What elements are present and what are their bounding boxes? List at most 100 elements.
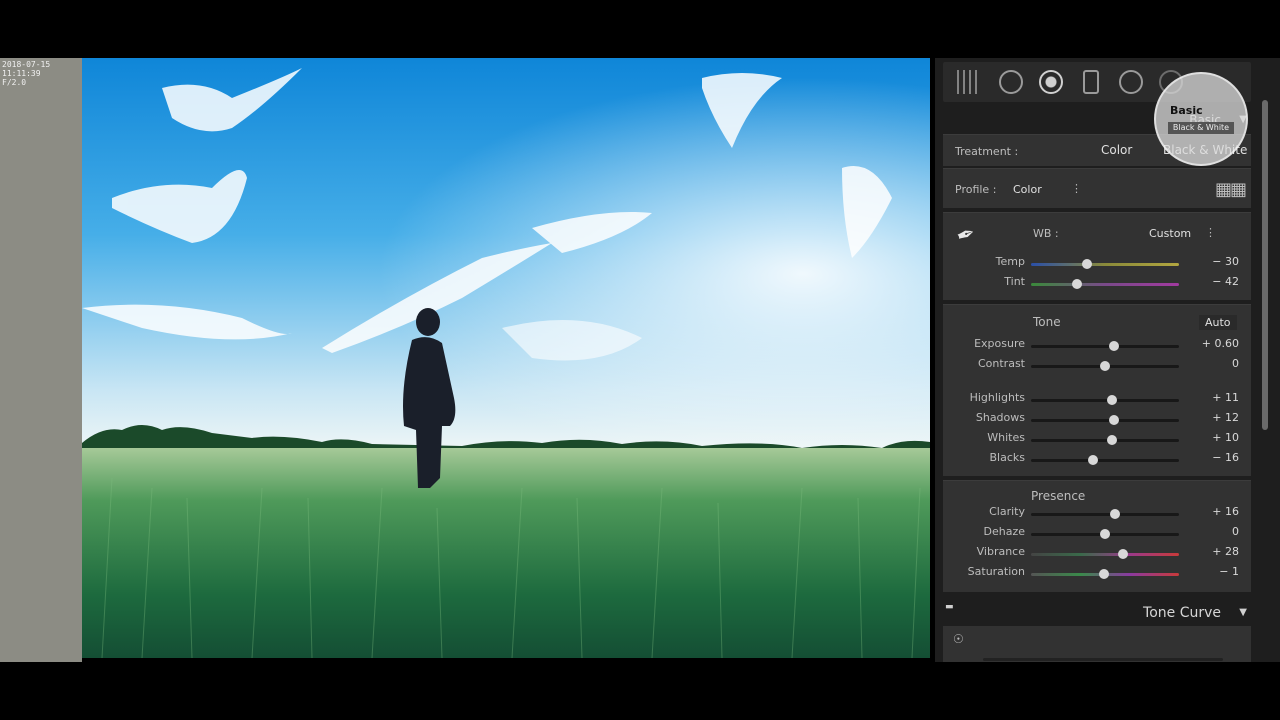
letterbox-bottom xyxy=(0,662,1280,720)
slider-track-temp[interactable] xyxy=(1031,259,1179,269)
spot-removal-icon[interactable] xyxy=(999,70,1023,94)
panel-scrollbar[interactable] xyxy=(1262,100,1268,430)
wb-dropdown[interactable]: Custom xyxy=(1149,227,1191,240)
slider-label-highlights: Highlights xyxy=(969,391,1025,404)
slider-track-blacks[interactable] xyxy=(1031,455,1179,465)
graduated-filter-icon[interactable] xyxy=(1083,70,1099,94)
slider-value-tint[interactable]: − 42 xyxy=(1189,275,1239,288)
slider-track-shadows[interactable] xyxy=(1031,415,1179,425)
treatment-label: Treatment : xyxy=(955,145,1019,158)
slider-track-exposure[interactable] xyxy=(1031,341,1179,351)
slider-thumb-clarity[interactable] xyxy=(1110,509,1121,519)
slider-track-vibrance[interactable] xyxy=(1031,549,1179,559)
slider-thumb-temp[interactable] xyxy=(1082,259,1093,269)
photo-info: 2018-07-15 11:11:39 F/2.0 xyxy=(2,60,82,87)
crop-grid-icon[interactable] xyxy=(957,70,981,94)
slider-value-saturation[interactable]: − 1 xyxy=(1189,565,1239,578)
slider-value-dehaze[interactable]: 0 xyxy=(1189,525,1239,538)
slider-label-whites: Whites xyxy=(987,431,1025,444)
zoom-magnifier: Basic Black & White xyxy=(1154,72,1248,166)
slider-track-saturation[interactable] xyxy=(1031,569,1179,579)
slider-value-clarity[interactable]: + 16 xyxy=(1189,505,1239,518)
tone-curve-header[interactable]: ▬ Tone Curve ▼ xyxy=(943,602,1251,624)
tone-section: Tone Auto Exposure + 0.60 Contrast 0 Highlig… xyxy=(943,304,1251,476)
slider-thumb-whites[interactable] xyxy=(1107,435,1118,445)
slider-value-whites[interactable]: + 10 xyxy=(1189,431,1239,444)
photo-info-line1: 2018-07-15 11:11:39 xyxy=(2,60,51,78)
photo-info-line2: F/2.0 xyxy=(2,78,27,87)
slider-label-vibrance: Vibrance xyxy=(976,545,1025,558)
slider-label-saturation: Saturation xyxy=(967,565,1025,578)
photo-preview[interactable] xyxy=(82,58,930,658)
slider-track-dehaze[interactable] xyxy=(1031,529,1179,539)
presence-section: Presence Clarity + 16 Dehaze 0 Vibrance + 28 S… xyxy=(943,480,1251,592)
tone-auto-button[interactable]: Auto xyxy=(1199,315,1237,330)
left-panel: 2018-07-15 11:11:39 F/2.0 xyxy=(0,58,82,662)
slider-label-blacks: Blacks xyxy=(989,451,1026,464)
slider-thumb-dehaze[interactable] xyxy=(1100,529,1110,539)
slider-thumb-shadows[interactable] xyxy=(1108,415,1119,425)
slider-value-contrast[interactable]: 0 xyxy=(1189,357,1239,370)
slider-label-exposure: Exposure xyxy=(974,337,1025,350)
slider-value-shadows[interactable]: + 12 xyxy=(1189,411,1239,424)
slider-thumb-exposure[interactable] xyxy=(1108,341,1119,351)
eyedropper-icon[interactable]: ✒ xyxy=(953,221,979,251)
slider-label-tint: Tint xyxy=(1004,275,1025,288)
slider-row-tint: Tint − 42 xyxy=(943,275,1251,293)
photo-image xyxy=(82,58,930,658)
treatment-color-option[interactable]: Color xyxy=(1101,143,1132,157)
slider-label-shadows: Shadows xyxy=(975,411,1025,424)
slider-value-exposure[interactable]: + 0.60 xyxy=(1189,337,1239,350)
slider-thumb-saturation[interactable] xyxy=(1098,569,1109,579)
tone-curve-body: ☉ xyxy=(943,626,1251,662)
tone-curve-arrow-icon[interactable]: ▼ xyxy=(1239,607,1247,618)
slider-row-saturation: Saturation − 1 xyxy=(943,565,1251,583)
slider-value-blacks[interactable]: − 16 xyxy=(1189,451,1239,464)
profile-dropdown-arrow-icon[interactable]: ⋮ xyxy=(1071,182,1082,195)
presence-title: Presence xyxy=(1031,489,1086,503)
slider-row-exposure: Exposure + 0.60 xyxy=(943,337,1251,355)
slider-value-vibrance[interactable]: + 28 xyxy=(1189,545,1239,558)
slider-row-contrast: Contrast 0 xyxy=(943,357,1251,375)
tone-title: Tone xyxy=(1033,315,1061,329)
red-eye-icon[interactable] xyxy=(1039,70,1063,94)
slider-value-temp[interactable]: − 30 xyxy=(1189,255,1239,268)
slider-row-shadows: Shadows + 12 xyxy=(943,411,1251,429)
slider-thumb-vibrance[interactable] xyxy=(1117,549,1128,559)
slider-value-highlights[interactable]: + 11 xyxy=(1189,391,1239,404)
slider-track-whites[interactable] xyxy=(1031,435,1179,445)
wb-dropdown-arrow-icon[interactable]: ⋮ xyxy=(1205,226,1216,239)
slider-row-temp: Temp − 30 xyxy=(943,255,1251,273)
slider-row-highlights: Highlights + 11 xyxy=(943,391,1251,409)
slider-thumb-highlights[interactable] xyxy=(1107,395,1118,405)
slider-thumb-contrast[interactable] xyxy=(1100,361,1110,371)
letterbox-top xyxy=(0,0,1280,58)
slider-label-contrast: Contrast xyxy=(977,357,1025,370)
tone-curve-title: Tone Curve xyxy=(1143,605,1221,621)
slider-track-contrast[interactable] xyxy=(1031,361,1179,371)
wb-section: ✒ WB : Custom ⋮ Temp − 30 Tint − 42 xyxy=(943,212,1251,300)
slider-row-vibrance: Vibrance + 28 xyxy=(943,545,1251,563)
panel-switch-icon[interactable]: ▬ xyxy=(945,602,954,612)
slider-track-highlights[interactable] xyxy=(1031,395,1179,405)
slider-label-clarity: Clarity xyxy=(989,505,1025,518)
slider-row-clarity: Clarity + 16 xyxy=(943,505,1251,523)
profile-label: Profile : xyxy=(955,183,997,196)
radial-filter-icon[interactable] xyxy=(1119,70,1143,94)
profile-browser-grid-icon[interactable]: ▦▦ xyxy=(1215,179,1247,200)
profile-dropdown[interactable]: Color xyxy=(1013,183,1042,196)
slider-label-dehaze: Dehaze xyxy=(983,525,1026,538)
target-adjust-icon[interactable]: ☉ xyxy=(953,632,964,646)
slider-row-dehaze: Dehaze 0 xyxy=(943,525,1251,543)
wb-label: WB : xyxy=(1033,227,1059,240)
profile-section: Profile : Color ⋮ ▦▦ xyxy=(943,168,1251,208)
slider-track-tint[interactable] xyxy=(1031,279,1179,289)
magnifier-title: Basic xyxy=(1170,104,1203,117)
slider-row-whites: Whites + 10 xyxy=(943,431,1251,449)
slider-thumb-blacks[interactable] xyxy=(1088,455,1099,465)
tone-curve-track xyxy=(983,658,1223,661)
slider-thumb-tint[interactable] xyxy=(1071,279,1082,289)
slider-track-clarity[interactable] xyxy=(1031,509,1179,519)
slider-label-temp: Temp xyxy=(995,255,1025,268)
slider-row-blacks: Blacks − 16 xyxy=(943,451,1251,469)
